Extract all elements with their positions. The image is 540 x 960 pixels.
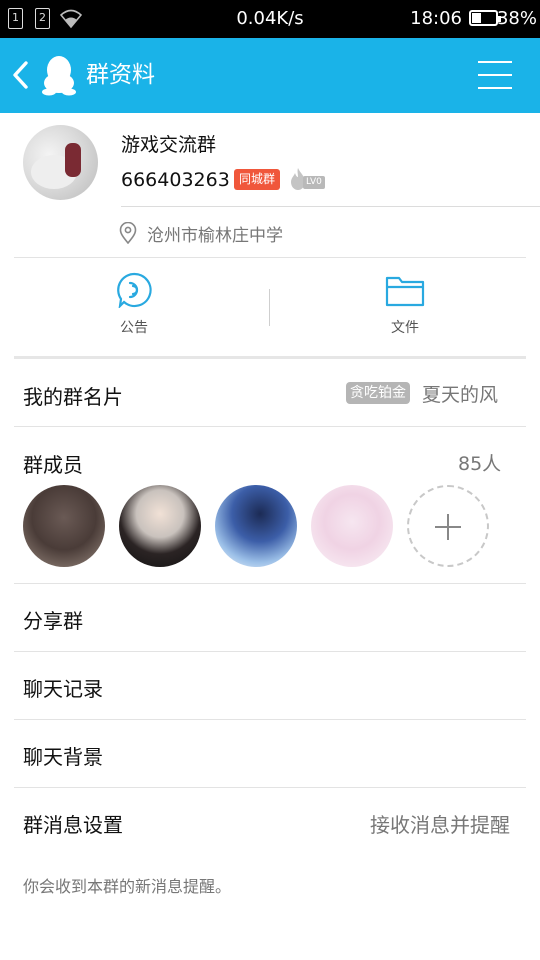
divider [121, 206, 540, 207]
battery-percent: 38% [496, 8, 537, 29]
title-tag: 贪吃铂金 [346, 382, 410, 404]
group-card-label: 我的群名片 [23, 385, 123, 409]
hamburger-menu-icon[interactable] [478, 60, 512, 90]
members-label: 群成员 [23, 453, 83, 477]
group-level-badge: LV0 [289, 167, 333, 191]
announcement-icon [117, 272, 152, 308]
divider [14, 583, 526, 584]
status-bar: 1 2 0.04K/s 18:06 38% [0, 0, 540, 38]
message-settings-value: 接收消息并提醒 [370, 813, 510, 837]
divider [14, 787, 526, 788]
notification-hint: 你会收到本群的新消息提醒。 [23, 877, 232, 896]
files-label: 文件 [391, 320, 419, 336]
group-avatar[interactable] [23, 125, 98, 200]
members-count: 85人 [458, 453, 502, 475]
member-avatar[interactable] [23, 485, 105, 567]
group-location: 沧州市榆林庄中学 [147, 226, 283, 246]
title-bar: 群资料 [0, 38, 540, 113]
page-title: 群资料 [86, 62, 155, 88]
qq-penguin-icon [42, 56, 76, 96]
divider [269, 289, 270, 326]
member-avatar[interactable] [311, 485, 393, 567]
files-button[interactable]: 文件 [365, 272, 445, 342]
location-pin-icon [119, 222, 137, 244]
message-settings-label: 群消息设置 [23, 813, 123, 837]
member-avatar[interactable] [119, 485, 201, 567]
divider [14, 651, 526, 652]
chat-history-row[interactable]: 聊天记录 [23, 673, 103, 702]
announcement-label: 公告 [120, 320, 148, 336]
battery-icon [469, 10, 501, 26]
level-label: LV0 [303, 176, 325, 189]
group-id: 666403263 [121, 169, 230, 191]
folder-icon [385, 276, 425, 307]
member-avatar[interactable] [215, 485, 297, 567]
add-member-button[interactable] [407, 485, 489, 567]
announcement-button[interactable]: 公告 [94, 272, 174, 342]
share-group-row[interactable]: 分享群 [23, 605, 83, 634]
chat-background-row[interactable]: 聊天背景 [23, 741, 103, 770]
city-group-badge: 同城群 [234, 169, 281, 190]
divider [14, 257, 526, 258]
divider [14, 719, 526, 720]
chevron-left-icon[interactable] [8, 58, 34, 92]
group-card-value: 夏天的风 [422, 384, 499, 406]
group-name: 游戏交流群 [121, 134, 217, 156]
section-divider [14, 356, 526, 359]
divider [14, 426, 526, 427]
clock: 18:06 [410, 8, 462, 29]
